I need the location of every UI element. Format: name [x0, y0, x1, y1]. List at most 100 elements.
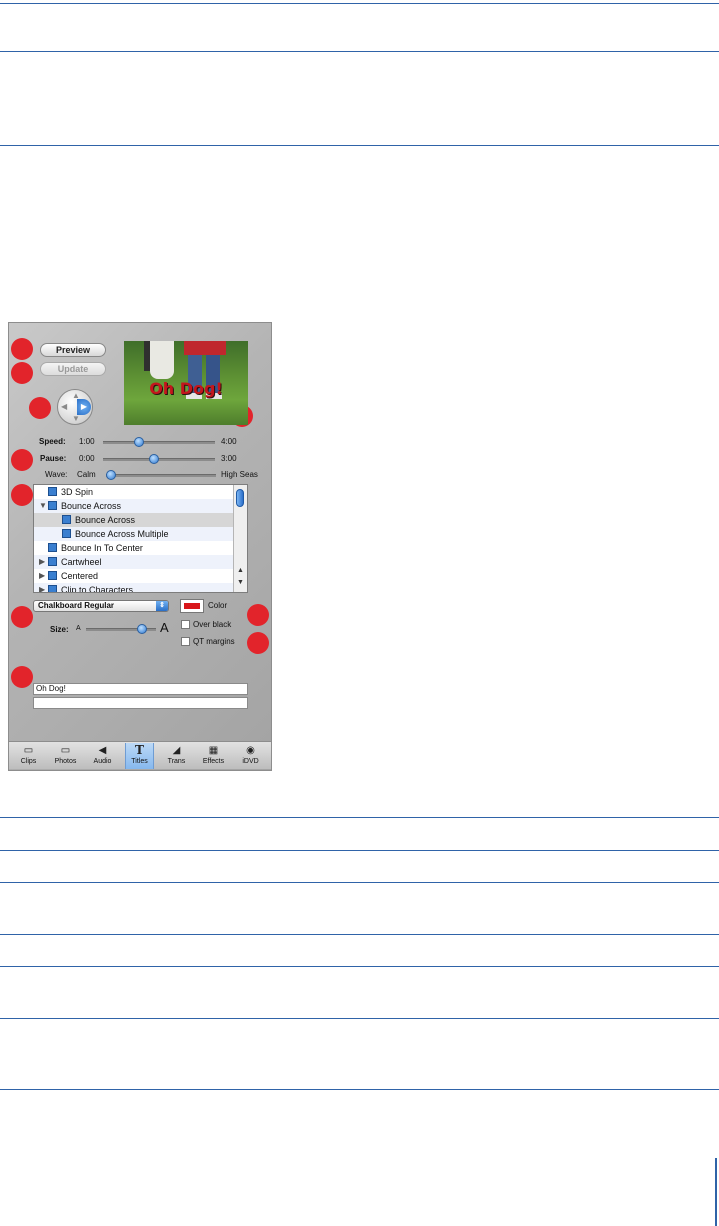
arrow-right-icon[interactable]: ▶	[77, 399, 91, 415]
rule-line	[0, 145, 719, 146]
callout-marker	[29, 397, 51, 419]
speed-min-label: 1:00	[79, 437, 95, 446]
color-label: Color	[208, 601, 228, 610]
update-button[interactable]: Update	[40, 362, 106, 376]
preview-person-shirt	[184, 341, 226, 355]
tab-photos[interactable]: ▭ Photos	[51, 743, 80, 769]
list-item-label: Bounce Across Multiple	[75, 529, 169, 539]
preview-dog	[150, 341, 174, 379]
pause-min-label: 0:00	[79, 454, 95, 463]
wave-label: Wave:	[45, 470, 68, 479]
color-swatch[interactable]	[180, 599, 204, 613]
speed-slider-track[interactable]	[103, 441, 215, 444]
tab-clips[interactable]: ▭ Clips	[14, 743, 43, 769]
callout-marker	[11, 338, 33, 360]
tab-label: iDVD	[242, 758, 259, 765]
arrow-left-icon[interactable]: ◀	[61, 403, 67, 411]
wave-min-label: Calm	[77, 470, 96, 479]
list-item-label: Bounce Across	[61, 501, 122, 511]
speed-max-label: 4:00	[221, 437, 237, 446]
qt-margins-label: QT margins	[193, 637, 235, 646]
qt-margins-checkbox[interactable]	[181, 637, 190, 646]
rule-line	[0, 817, 719, 818]
tab-label: Photos	[54, 758, 77, 765]
tab-label: Trans	[167, 758, 186, 765]
clips-icon: ▭	[23, 745, 34, 756]
title-style-list[interactable]: 3D Spin ▼ Bounce Across Bounce Across Bounce…	[33, 484, 248, 593]
list-item[interactable]: Bounce Across	[34, 513, 247, 527]
size-label: Size:	[50, 625, 69, 634]
rule-line	[0, 850, 719, 851]
font-popup-menu[interactable]: Chalkboard Regular ⇕	[33, 600, 169, 612]
disclosure-closed-icon[interactable]: ▶	[39, 555, 45, 569]
over-black-checkbox[interactable]	[181, 620, 190, 629]
disclosure-closed-icon[interactable]: ▶	[39, 569, 45, 583]
title-style-icon	[62, 529, 71, 538]
list-item-label: 3D Spin	[61, 487, 94, 497]
title-style-icon	[48, 571, 57, 580]
list-item[interactable]: ▼ Bounce Across	[34, 499, 247, 513]
tab-label: Audio	[93, 758, 112, 765]
wave-max-label: High Seas	[221, 470, 258, 479]
disclosure-open-icon[interactable]: ▼	[39, 499, 47, 513]
pause-label: Pause:	[40, 454, 67, 463]
over-black-label: Over black	[193, 620, 232, 629]
wave-slider-track[interactable]	[106, 474, 216, 477]
rule-line	[0, 51, 719, 52]
list-item-label: Cartwheel	[61, 557, 102, 567]
callout-marker	[11, 449, 33, 471]
callout-marker	[247, 632, 269, 654]
list-item[interactable]: Bounce In To Center	[34, 541, 247, 555]
pause-max-label: 3:00	[221, 454, 237, 463]
audio-icon: ◀	[98, 745, 107, 756]
size-small-label: A	[76, 625, 81, 632]
tab-trans[interactable]: ◢ Trans	[162, 743, 191, 769]
tab-titles[interactable]: T Titles	[125, 743, 154, 769]
disclosure-closed-icon[interactable]: ▶	[39, 583, 45, 592]
pause-slider-thumb[interactable]	[148, 454, 159, 464]
size-large-label: A	[160, 620, 169, 635]
rule-line	[0, 934, 719, 935]
title-text-field-2[interactable]	[33, 697, 248, 709]
preview-button[interactable]: Preview	[40, 343, 106, 357]
titles-icon: T	[135, 743, 144, 757]
list-item[interactable]: Bounce Across Multiple	[34, 527, 247, 541]
tab-label: Clips	[20, 758, 37, 765]
popup-arrows-icon: ⇕	[156, 601, 168, 611]
pause-slider-track[interactable]	[103, 458, 215, 461]
scroll-up-icon[interactable]: ▲	[237, 567, 244, 574]
direction-control[interactable]: ▲ ◀ ▼ ▶	[57, 389, 93, 425]
color-swatch-fill	[184, 603, 200, 609]
tab-label: Titles	[131, 758, 148, 765]
rule-line	[0, 3, 719, 4]
title-style-icon	[48, 487, 57, 496]
wave-slider-thumb[interactable]	[106, 470, 116, 480]
tab-audio[interactable]: ◀ Audio	[88, 743, 117, 769]
title-text-field-1[interactable]: Oh Dog!	[33, 683, 248, 695]
rule-line	[0, 966, 719, 967]
scrollbar-thumb[interactable]	[236, 489, 244, 507]
list-scrollbar[interactable]: ▲ ▼	[233, 485, 247, 592]
callout-marker	[247, 604, 269, 626]
list-item-label: Centered	[61, 571, 99, 581]
photos-icon: ▭	[60, 745, 71, 756]
scroll-down-icon[interactable]: ▼	[237, 579, 244, 586]
speed-label: Speed:	[39, 437, 66, 446]
tab-effects[interactable]: ▦ Effects	[199, 743, 228, 769]
title-style-icon	[62, 515, 71, 524]
pane-tab-bar: ▭ Clips ▭ Photos ◀ Audio T Titles ◢ Trans ▦ Effects…	[9, 741, 271, 769]
title-preview-image: Oh Dog!	[124, 341, 248, 425]
title-style-icon	[48, 557, 57, 566]
list-item[interactable]: ▶ Clip to Characters	[34, 583, 247, 592]
arrow-down-icon[interactable]: ▼	[72, 415, 80, 423]
preview-title-text: Oh Dog!	[149, 379, 223, 398]
tab-idvd[interactable]: ◉ iDVD	[236, 743, 265, 769]
list-item[interactable]: ▶ Cartwheel	[34, 555, 247, 569]
idvd-icon: ◉	[246, 745, 255, 756]
size-slider-thumb[interactable]	[137, 624, 147, 634]
list-item[interactable]: ▶ Centered	[34, 569, 247, 583]
callout-marker	[11, 362, 33, 384]
list-item[interactable]: 3D Spin	[34, 485, 247, 499]
page-edge-marker	[715, 1158, 717, 1226]
speed-slider-thumb[interactable]	[133, 437, 144, 447]
